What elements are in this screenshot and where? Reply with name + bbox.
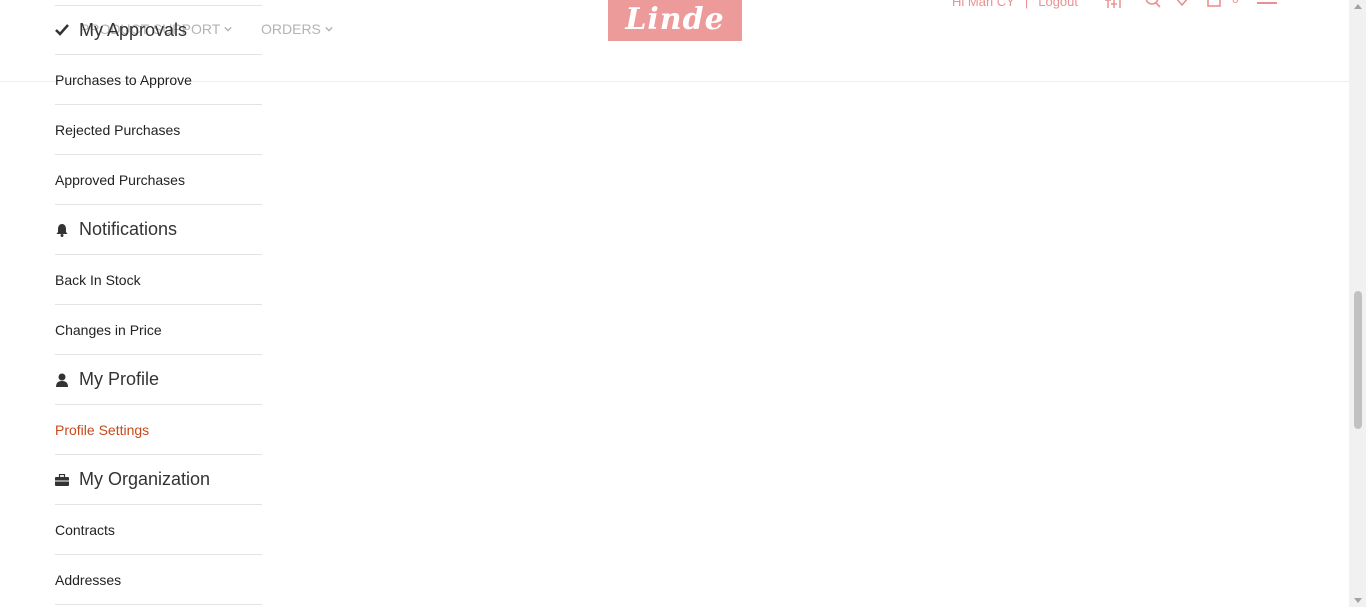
section-title: My Organization <box>79 469 211 489</box>
search-icon[interactable] <box>1144 0 1162 8</box>
bell-icon <box>55 223 69 237</box>
sidebar-item-label[interactable]: Back In Stock <box>55 272 141 288</box>
nav-orders-label: ORDERS <box>261 21 321 37</box>
briefcase-icon <box>55 473 69 487</box>
sidebar-item-purchases-to-approve[interactable]: Purchases to Approve <box>55 55 262 105</box>
logout-link[interactable]: Logout <box>1038 0 1078 9</box>
scroll-up-arrow-icon[interactable] <box>1354 4 1362 9</box>
user-icon <box>55 373 69 387</box>
menu-icon[interactable] <box>1257 0 1279 8</box>
section-title: Notifications <box>79 219 178 239</box>
sidebar-item-label[interactable]: Addresses <box>55 572 121 588</box>
sidebar-item-back-in-stock[interactable]: Back In Stock <box>55 255 262 305</box>
sidebar-item-profile-settings[interactable]: Profile Settings <box>55 405 262 455</box>
account-sidebar: My Approvals Purchases to Approve Reject… <box>55 5 262 605</box>
section-title: My Approvals <box>79 19 188 40</box>
sidebar-item-label[interactable]: Purchases to Approve <box>55 72 192 88</box>
section-my-organization: My Organization <box>55 455 262 505</box>
sidebar-item-label[interactable]: Changes in Price <box>55 322 162 338</box>
section-notifications: Notifications <box>55 205 262 255</box>
sidebar-item-rejected-purchases[interactable]: Rejected Purchases <box>55 105 262 155</box>
checkmark-icon <box>55 23 69 37</box>
sidebar-item-label[interactable]: Profile Settings <box>55 422 149 438</box>
section-my-approvals: My Approvals <box>55 5 262 55</box>
sidebar-item-label[interactable]: Approved Purchases <box>55 172 185 188</box>
sidebar-item-label[interactable]: Contracts <box>55 522 115 538</box>
scrollbar-thumb[interactable] <box>1354 291 1362 429</box>
section-title: My Profile <box>79 369 160 389</box>
nav-orders[interactable]: ORDERS <box>261 21 333 37</box>
filter-sliders-icon[interactable] <box>1104 0 1124 8</box>
linde-logo[interactable]: Linde <box>608 0 742 41</box>
sidebar-item-label[interactable]: Rejected Purchases <box>55 122 180 138</box>
sidebar-item-approved-purchases[interactable]: Approved Purchases <box>55 155 262 205</box>
user-area: Hi Mari CY | Logout <box>952 0 1078 9</box>
heart-icon[interactable] <box>1174 0 1190 8</box>
sidebar-item-changes-in-price[interactable]: Changes in Price <box>55 305 262 355</box>
sidebar-item-contracts[interactable]: Contracts <box>55 505 262 555</box>
logo-text: Linde <box>625 2 725 37</box>
cart-icon[interactable] <box>1206 0 1222 8</box>
cart-count: 0 <box>1232 0 1239 6</box>
user-greeting: Hi Mari CY <box>952 0 1015 9</box>
page-scrollbar[interactable] <box>1349 0 1366 607</box>
chevron-down-icon <box>325 26 333 32</box>
sidebar-item-addresses[interactable]: Addresses <box>55 555 262 605</box>
scroll-down-arrow-icon[interactable] <box>1354 598 1362 603</box>
section-my-profile: My Profile <box>55 355 262 405</box>
separator: | <box>1024 0 1029 9</box>
